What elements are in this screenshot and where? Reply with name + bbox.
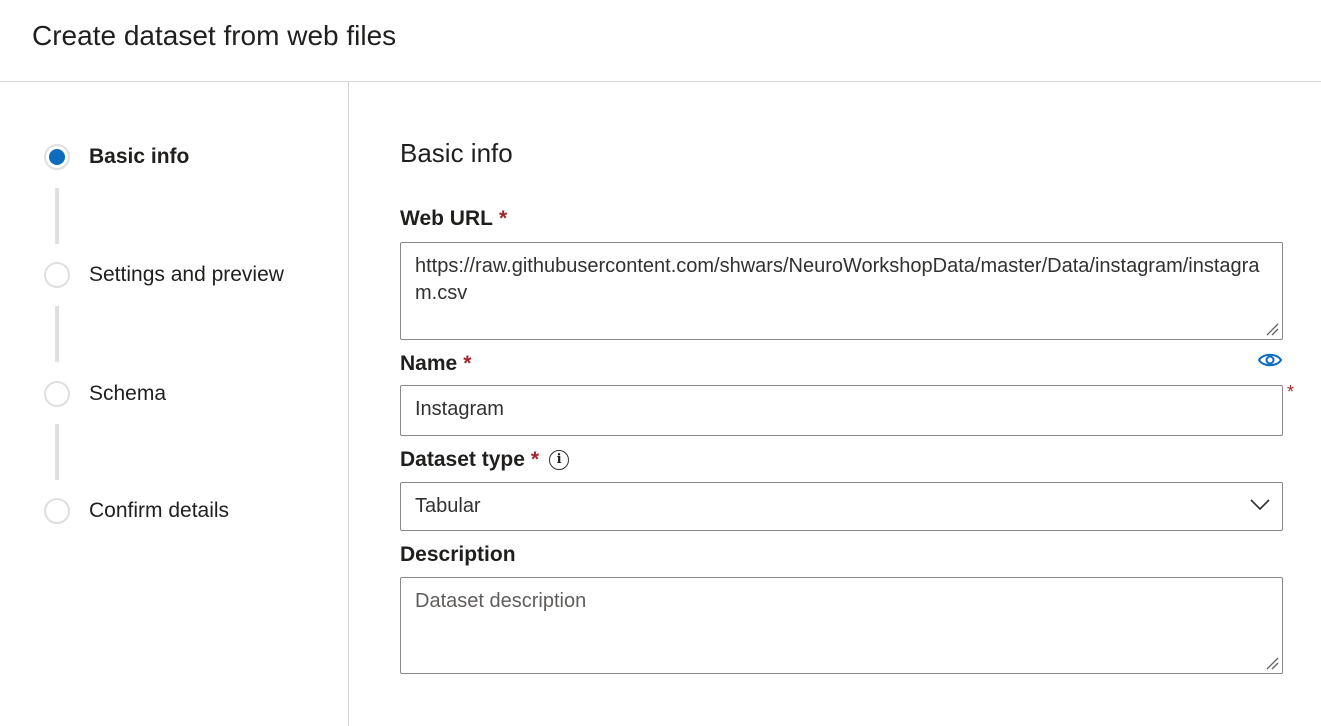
name-field[interactable]: Instagram — [400, 385, 1283, 436]
web-url-value: https://raw.githubusercontent.com/shwars… — [415, 255, 1260, 304]
step-label-schema: Schema — [89, 382, 167, 405]
page-title: Create dataset from web files — [32, 20, 397, 51]
name-value: Instagram — [415, 398, 504, 420]
name-label-text: Name — [400, 352, 458, 375]
web-url-label: Web URL * — [400, 207, 507, 231]
dataset-type-dropdown[interactable]: Tabular — [400, 482, 1283, 531]
resize-grip-icon[interactable] — [1266, 657, 1279, 670]
step-connector — [55, 306, 59, 362]
step-connector — [55, 424, 59, 480]
wizard-stepper: Basic info Settings and preview Schema C… — [0, 82, 349, 726]
step-basic-info[interactable]: Basic info — [44, 144, 189, 170]
step-schema[interactable]: Schema — [44, 381, 166, 407]
required-mark: * — [1287, 382, 1295, 402]
description-placeholder: Dataset description — [415, 590, 587, 612]
name-label: Name * — [400, 352, 471, 376]
step-dot-icon — [44, 262, 70, 288]
step-label-confirm-details: Confirm details — [89, 499, 230, 522]
web-url-field[interactable]: https://raw.githubusercontent.com/shwars… — [400, 242, 1283, 340]
description-label: Description — [400, 543, 516, 567]
resize-grip-icon[interactable] — [1266, 323, 1279, 336]
required-mark: * — [498, 207, 508, 230]
section-title: Basic info — [400, 138, 513, 168]
dataset-type-value: Tabular — [415, 495, 481, 517]
description-label-text: Description — [400, 543, 516, 566]
chevron-down-icon — [1250, 499, 1270, 511]
required-mark: * — [530, 448, 540, 471]
step-active-dot-icon — [44, 144, 70, 170]
step-settings-and-preview[interactable]: Settings and preview — [44, 262, 284, 288]
dataset-type-label-text: Dataset type — [400, 448, 525, 471]
step-label-settings-and-preview: Settings and preview — [89, 263, 284, 286]
step-dot-icon — [44, 381, 70, 407]
required-mark: * — [463, 352, 472, 375]
eye-icon[interactable] — [1257, 351, 1283, 369]
web-url-label-text: Web URL — [400, 207, 493, 230]
dataset-type-label: Dataset type * i — [400, 448, 570, 472]
description-field[interactable]: Dataset description — [400, 577, 1283, 674]
step-connector — [55, 188, 59, 244]
info-icon[interactable]: i — [549, 450, 570, 470]
page-header: Create dataset from web files — [0, 0, 1321, 82]
step-label-basic-info: Basic info — [89, 145, 190, 168]
step-dot-icon — [44, 498, 70, 524]
step-confirm-details[interactable]: Confirm details — [44, 498, 229, 524]
